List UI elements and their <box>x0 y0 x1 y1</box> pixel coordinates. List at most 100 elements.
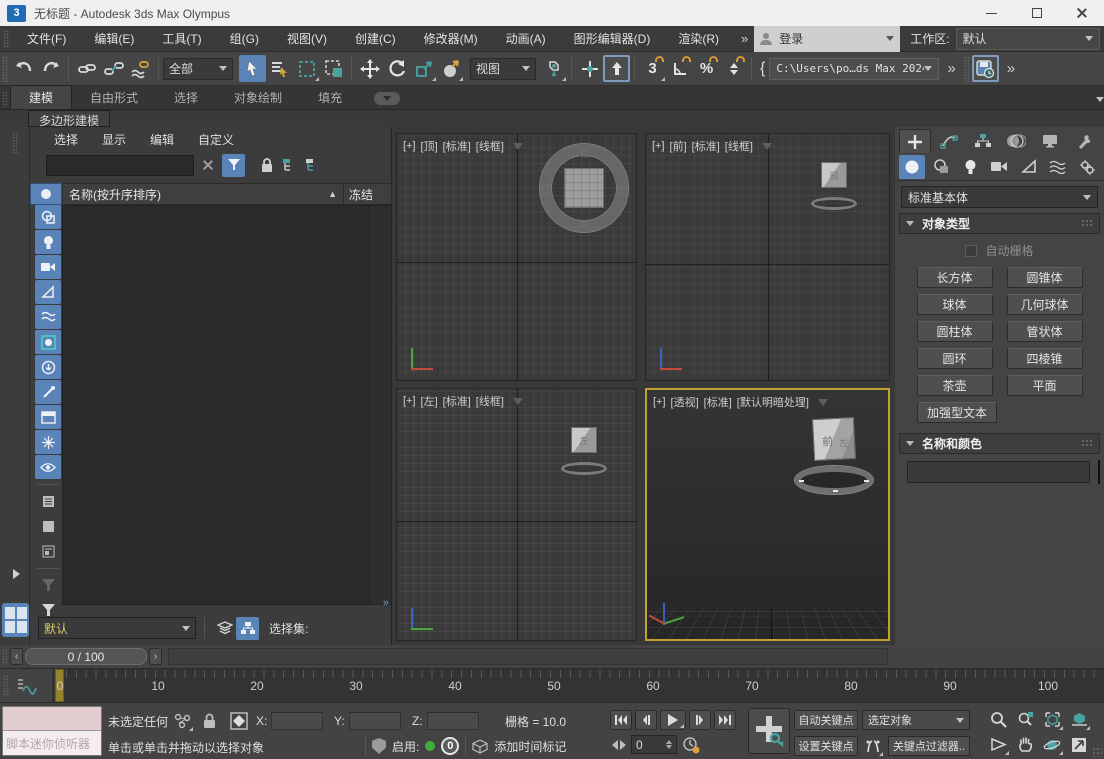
object-category-dropdown[interactable]: 标准基本体 <box>901 186 1098 208</box>
reference-coordinate-dropdown[interactable]: 视图 <box>470 58 536 80</box>
new-key-filter-dropdown[interactable]: 选定对象 <box>862 710 970 730</box>
filter-spacewarps-icon[interactable] <box>35 305 61 329</box>
go-to-end-button[interactable] <box>714 710 736 730</box>
toggle-set-key-mode-button[interactable] <box>748 708 790 754</box>
maximize-viewport-toggle[interactable] <box>1067 733 1091 756</box>
ribbon-options-chevron[interactable] <box>1096 97 1104 102</box>
viewport-style-menu[interactable]: [标准] <box>692 138 720 154</box>
create-tube-button[interactable]: 管状体 <box>1007 321 1083 342</box>
menu-modifiers[interactable]: 修改器(M) <box>410 26 492 51</box>
toolbar-overflow-chevron[interactable]: » <box>939 60 961 77</box>
menu-file[interactable]: 文件(F) <box>13 26 80 51</box>
selection-filter-dropdown[interactable]: 全部 <box>163 58 233 80</box>
filter-lights-icon[interactable] <box>35 230 61 254</box>
viewport-layout-tabs-button[interactable] <box>2 603 29 637</box>
category-shapes[interactable] <box>928 155 954 179</box>
toolbar-grip[interactable] <box>2 91 8 107</box>
project-folder-dropdown[interactable]: C:\Users\po…ds Max 2024 <box>769 58 939 80</box>
previous-frame-button[interactable]: ‹ <box>10 648 23 665</box>
field-of-view-button[interactable] <box>986 733 1010 756</box>
notification-badge[interactable]: 0 <box>441 737 459 755</box>
play-animation-button[interactable] <box>660 710 686 730</box>
flat-view-button[interactable] <box>35 514 61 538</box>
filter-groups-icon[interactable] <box>35 330 61 354</box>
rectangular-selection-region-button[interactable] <box>293 55 320 82</box>
snap-toggle-3d-button[interactable]: 3 <box>639 55 666 82</box>
key-mode-toggle[interactable] <box>612 740 626 750</box>
viewport-pov-menu[interactable]: [透视] <box>671 394 699 410</box>
menu-rendering[interactable]: 渲染(R) <box>664 26 733 51</box>
toolbar-grip[interactable] <box>12 133 18 153</box>
toolbar-overflow-chevron[interactable]: » <box>999 60 1021 77</box>
explorer-menu-select[interactable]: 选择 <box>54 131 78 148</box>
explorer-menu-edit[interactable]: 编辑 <box>150 131 174 148</box>
ribbon-tab-object-paint[interactable]: 对象绘制 <box>216 86 300 109</box>
expand-panel-button[interactable] <box>9 567 23 581</box>
list-view-button[interactable] <box>35 489 61 513</box>
create-cone-button[interactable]: 圆锥体 <box>1007 267 1083 288</box>
column-header-name[interactable]: 名称(按升序排序) ▲ <box>62 183 344 205</box>
viewport-top[interactable]: [+] [顶] [标准] [线框] 北 南 东 西 <box>396 133 637 381</box>
expand-hierarchy-button[interactable] <box>278 154 301 177</box>
next-key-button[interactable] <box>689 710 711 730</box>
filter-hidden-icon[interactable] <box>35 455 61 479</box>
zoom-button[interactable] <box>986 708 1010 731</box>
tab-create[interactable] <box>899 129 931 153</box>
create-sphere-button[interactable]: 球体 <box>917 294 993 315</box>
viewport-general-menu[interactable]: [+] <box>403 140 416 152</box>
filter-shapes-icon[interactable] <box>35 205 61 229</box>
window-resize-grip[interactable] <box>1092 747 1102 757</box>
tab-utilities[interactable] <box>1068 129 1100 153</box>
viewcube-front-face[interactable]: 前 <box>821 162 847 188</box>
viewcube-cube[interactable]: 前 左 <box>812 417 856 461</box>
select-and-place-button[interactable] <box>437 55 464 82</box>
close-button[interactable] <box>1059 0 1104 26</box>
z-input[interactable] <box>427 712 479 730</box>
ribbon-tab-selection[interactable]: 选择 <box>156 86 216 109</box>
ribbon-minimize-button[interactable] <box>374 92 400 105</box>
select-and-move-button[interactable] <box>356 55 383 82</box>
isolate-selection-toggle[interactable] <box>172 710 194 732</box>
menu-overflow-chevron[interactable]: » <box>733 31 754 46</box>
zoom-all-button[interactable] <box>1013 708 1037 731</box>
menu-edit[interactable]: 编辑(E) <box>80 26 148 51</box>
angle-snap-toggle-button[interactable] <box>666 55 693 82</box>
viewcube[interactable]: 前 左 <box>792 418 876 494</box>
listener-macro-line[interactable] <box>3 707 101 731</box>
maxscript-mini-listener[interactable]: 脚本迷你侦听器 <box>2 706 102 756</box>
viewport-filter-icon[interactable] <box>818 399 828 406</box>
viewcube[interactable]: 前 <box>806 160 862 212</box>
toolbar-grip[interactable] <box>2 56 8 82</box>
menu-graph-editors[interactable]: 图形编辑器(D) <box>560 26 665 51</box>
clear-search-icon[interactable] <box>202 159 214 171</box>
name-color-rollout-header[interactable]: 名称和颜色 <box>899 433 1100 454</box>
viewport-general-menu[interactable]: [+] <box>653 396 666 408</box>
filter-cameras-icon[interactable] <box>35 255 61 279</box>
viewport-general-menu[interactable]: [+] <box>652 140 665 152</box>
object-name-input[interactable] <box>907 461 1090 483</box>
percent-snap-toggle-button[interactable]: % <box>693 55 720 82</box>
viewport-pov-menu[interactable]: [左] <box>421 393 438 409</box>
create-teapot-button[interactable]: 茶壶 <box>917 375 993 396</box>
object-type-rollout-header[interactable]: 对象类型 <box>899 213 1100 234</box>
next-frame-button[interactable]: › <box>149 648 162 665</box>
tab-motion[interactable] <box>1001 129 1033 153</box>
keyboard-shortcut-override-toggle[interactable] <box>603 55 630 82</box>
viewcube[interactable]: 左 <box>556 425 612 477</box>
category-systems[interactable] <box>1074 155 1100 179</box>
toolbar-grip[interactable] <box>964 56 970 82</box>
viewport-style-menu[interactable]: [标准] <box>443 393 471 409</box>
select-by-name-button[interactable] <box>266 55 293 82</box>
ribbon-tab-freeform[interactable]: 自由形式 <box>72 86 156 109</box>
menu-tools[interactable]: 工具(T) <box>148 26 215 51</box>
absolute-offset-mode-toggle[interactable] <box>228 710 250 732</box>
filter-xrefs-icon[interactable] <box>35 355 61 379</box>
minimize-button[interactable] <box>969 0 1014 26</box>
zoom-extents-button[interactable] <box>1040 708 1064 731</box>
safe-scene-shield-icon[interactable] <box>372 738 386 754</box>
auto-key-button[interactable]: 自动关键点 <box>794 710 858 730</box>
select-and-rotate-button[interactable] <box>383 55 410 82</box>
menu-create[interactable]: 创建(C) <box>341 26 410 51</box>
keyable-icon[interactable] <box>862 735 884 757</box>
select-and-link-button[interactable] <box>73 55 100 82</box>
